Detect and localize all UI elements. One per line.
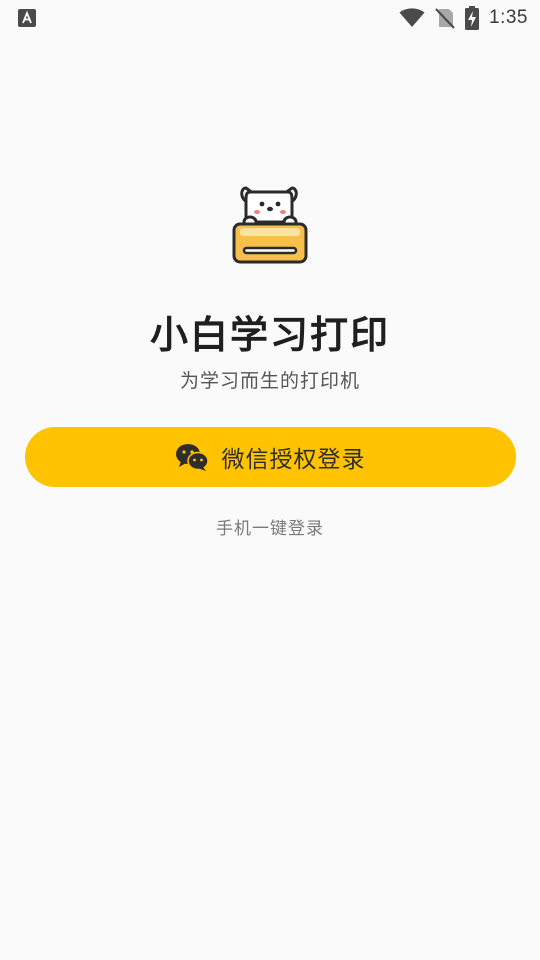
status-time: 1:35 bbox=[489, 7, 528, 28]
wechat-login-label: 微信授权登录 bbox=[221, 447, 366, 473]
app-title: 小白学习打印 bbox=[149, 313, 390, 357]
keyboard-a-icon bbox=[18, 9, 36, 27]
wifi-icon bbox=[399, 8, 425, 27]
battery-charging-icon bbox=[465, 6, 480, 30]
dog-printer-logo bbox=[232, 186, 308, 264]
wechat-icon bbox=[175, 444, 208, 471]
wechat-login-button[interactable]: 微信授权登录 bbox=[25, 427, 516, 487]
status-icons: 1:35 bbox=[399, 6, 528, 30]
phone-login-link[interactable]: 手机一键登录 bbox=[0, 514, 540, 539]
no-signal-icon bbox=[435, 8, 455, 29]
app-subtitle: 为学习而生的打印机 bbox=[179, 370, 360, 392]
status-bar: 1:35 bbox=[0, 0, 540, 36]
